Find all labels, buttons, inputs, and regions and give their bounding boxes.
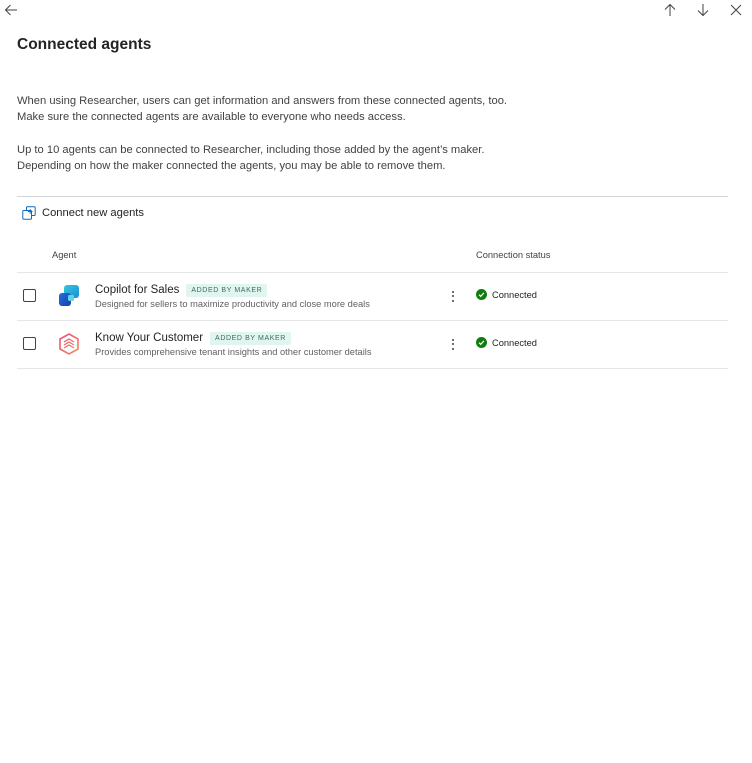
row-checkbox[interactable] [23,289,36,302]
added-by-maker-badge: ADDED BY MAKER [210,331,291,345]
table-row: Know Your Customer ADDED BY MAKER Provid… [17,321,728,369]
close-icon [730,4,742,16]
more-icon [452,290,454,293]
more-options-button[interactable] [449,287,457,305]
table-row: Copilot for Sales ADDED BY MAKER Designe… [17,273,728,321]
agent-name[interactable]: Copilot for Sales [95,284,179,296]
back-button[interactable] [3,2,19,18]
arrow-down-icon [697,4,709,17]
description-line: When using Researcher, users can get inf… [17,95,508,107]
copilot-sales-icon [57,284,81,308]
previous-button[interactable] [662,2,678,18]
column-header-connection-status: Connection status [476,250,551,260]
added-by-maker-badge: ADDED BY MAKER [186,283,268,297]
close-button[interactable] [728,2,744,18]
agent-description: Provides comprehensive tenant insights a… [95,347,372,357]
more-options-button[interactable] [449,335,457,353]
column-header-agent: Agent [52,250,77,260]
arrow-left-icon [4,4,17,16]
know-your-customer-icon [57,332,81,356]
description-paragraph-2: Up to 10 agents can be connected to Rese… [17,142,717,174]
agent-description: Designed for sellers to maximize product… [95,299,370,309]
top-bar [0,0,752,22]
check-circle-icon [476,337,487,348]
check-circle-icon [476,289,487,300]
arrow-up-icon [664,3,676,16]
row-divider [17,368,728,369]
description-paragraph-1: When using Researcher, users can get inf… [17,93,717,125]
divider [17,196,728,197]
description-line: Up to 10 agents can be connected to Rese… [17,144,485,156]
connection-status: Connected [476,337,537,348]
agent-info: Know Your Customer ADDED BY MAKER Provid… [95,330,371,357]
connect-new-agents-button[interactable]: Connect new agents [22,206,144,220]
description-line: Make sure the connected agents are avail… [17,111,406,123]
status-text: Connected [492,337,537,348]
agent-info: Copilot for Sales ADDED BY MAKER Designe… [95,282,370,309]
connect-agents-icon [22,206,36,220]
agent-name[interactable]: Know Your Customer [95,332,203,344]
connection-status: Connected [476,289,537,300]
description-line: Depending on how the maker connected the… [17,160,446,172]
row-checkbox[interactable] [23,337,36,350]
status-text: Connected [492,289,537,300]
page-title: Connected agents [17,36,152,53]
next-button[interactable] [695,2,711,18]
more-icon [452,338,454,341]
connect-new-agents-label: Connect new agents [42,207,144,219]
